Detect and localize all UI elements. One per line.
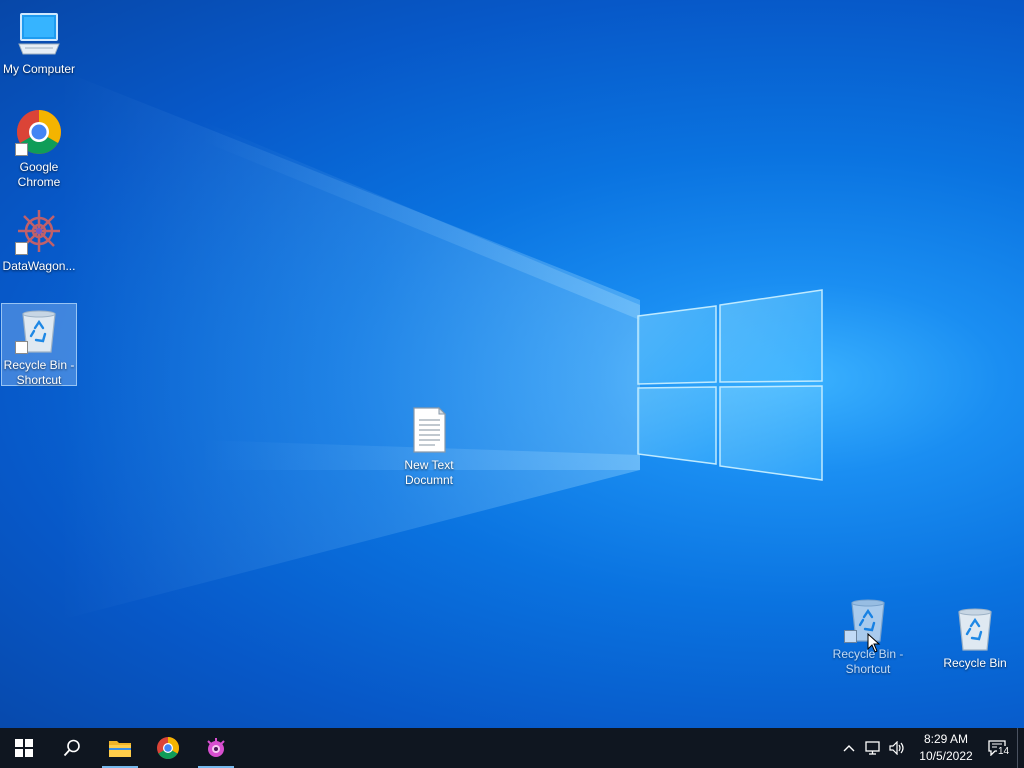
desktop-icon-label: Recycle Bin - Shortcut	[3, 358, 75, 387]
show-hidden-icons-button[interactable]	[837, 728, 861, 768]
system-tray: 8:29 AM 10/5/2022 14	[837, 728, 1024, 768]
show-desktop-button[interactable]	[1017, 728, 1024, 768]
desktop-icon-google-chrome[interactable]: Google Chrome	[1, 106, 77, 190]
desktop-icon-label: Recycle Bin	[943, 656, 1007, 670]
chevron-up-icon	[843, 745, 855, 752]
action-center-button[interactable]: 14	[977, 728, 1017, 768]
desktop[interactable]: My Computer Google Chrome DataWagon... R…	[0, 0, 1024, 728]
search-icon	[63, 739, 80, 757]
clock-time: 8:29 AM	[923, 732, 969, 746]
desktop-icon-my-computer[interactable]: My Computer	[1, 8, 77, 77]
computer-icon	[15, 10, 63, 58]
app-icon	[207, 738, 225, 757]
desktop-icon-label: My Computer	[2, 62, 76, 76]
desktop-icon-datawagon[interactable]: DataWagon...	[1, 205, 77, 274]
taskbar: 8:29 AM 10/5/2022 14	[0, 728, 1024, 768]
shortcut-arrow-icon	[844, 630, 857, 643]
search-button[interactable]	[48, 728, 96, 768]
notification-count-badge: 14	[997, 746, 1011, 758]
desktop-icon-label: New Text Documnt	[404, 458, 454, 487]
clock-button[interactable]: 8:29 AM 10/5/2022	[915, 728, 977, 768]
desktop-icon-label: DataWagon...	[2, 259, 76, 273]
desktop-icon-recycle-bin[interactable]: Recycle Bin	[937, 602, 1013, 671]
text-document-icon	[405, 406, 453, 454]
shortcut-arrow-icon	[15, 143, 28, 156]
app-taskbar-button[interactable]	[192, 728, 240, 768]
desktop-icon-recycle-bin-shortcut[interactable]: Recycle Bin - Shortcut	[1, 303, 77, 387]
chrome-taskbar-button[interactable]	[144, 728, 192, 768]
mouse-cursor-icon	[867, 633, 881, 653]
volume-button[interactable]	[885, 728, 909, 768]
recycle-bin-icon	[951, 604, 999, 652]
file-explorer-button[interactable]	[96, 728, 144, 768]
datawagon-icon	[15, 207, 63, 255]
chrome-icon	[15, 108, 63, 156]
windows-logo-wallpaper	[637, 289, 823, 481]
shortcut-arrow-icon	[15, 242, 28, 255]
clock-date: 10/5/2022	[919, 749, 973, 763]
start-button[interactable]	[0, 728, 48, 768]
network-icon	[865, 741, 880, 755]
desktop-icon-label: Google Chrome	[17, 160, 61, 189]
chrome-icon	[157, 737, 179, 759]
network-button[interactable]	[861, 728, 885, 768]
shortcut-arrow-icon	[15, 341, 28, 354]
recycle-bin-icon	[15, 306, 63, 354]
file-explorer-icon	[109, 741, 131, 757]
volume-icon	[889, 741, 904, 755]
windows-start-icon	[15, 739, 33, 757]
desktop-icon-new-text-document[interactable]: New Text Documnt	[391, 404, 467, 488]
